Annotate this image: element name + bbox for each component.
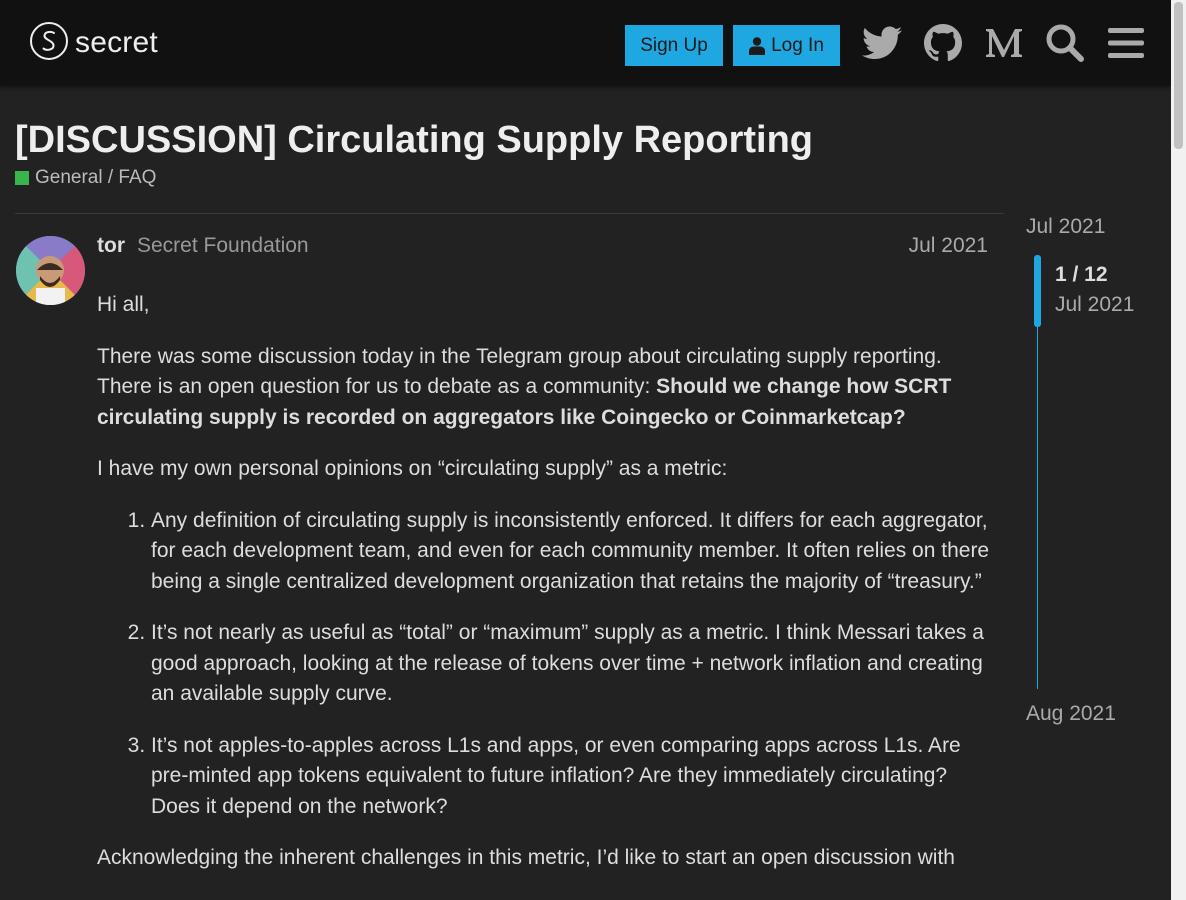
scrollbar-thumb[interactable] — [1174, 2, 1183, 149]
category-name: General / FAQ — [35, 167, 157, 188]
user-icon — [749, 36, 766, 55]
post-user-title: Secret Foundation — [137, 234, 309, 257]
list-item: Any definition of circulating supply is … — [151, 506, 997, 598]
post-username[interactable]: tor — [97, 234, 125, 258]
post-ordered-list: Any definition of circulating supply is … — [151, 506, 997, 823]
site-logo[interactable]: secret — [29, 21, 158, 66]
page-scrollbar[interactable] — [1171, 0, 1186, 900]
log-in-label: Log In — [771, 34, 824, 56]
hamburger-menu-icon[interactable] — [1104, 21, 1148, 65]
secret-logo-icon — [29, 21, 69, 66]
log-in-button[interactable]: Log In — [733, 25, 840, 66]
topic-title[interactable]: [DISCUSSION] Circulating Supply Reportin… — [15, 119, 813, 162]
timeline-post-counter: 1 / 12 — [1055, 263, 1108, 286]
list-item: It’s not nearly as useful as “total” or … — [151, 618, 997, 710]
post-date[interactable]: Jul 2021 — [909, 234, 988, 258]
post-paragraph: Acknowledging the inherent challenges in… — [97, 846, 955, 869]
post-body: Hi all, There was some discussion today … — [97, 290, 997, 895]
timeline-start-date[interactable]: Jul 2021 — [1026, 215, 1105, 239]
twitter-icon[interactable] — [860, 21, 904, 65]
avatar[interactable] — [16, 236, 85, 305]
timeline-scroll-handle[interactable] — [1034, 255, 1041, 327]
topic-divider — [15, 213, 1004, 214]
sign-up-button[interactable]: Sign Up — [625, 25, 723, 66]
github-icon[interactable] — [921, 21, 965, 65]
list-item: It’s not apples-to-apples across L1s and… — [151, 731, 997, 823]
category-color-badge — [15, 171, 29, 185]
search-icon[interactable] — [1043, 21, 1087, 65]
site-header: secret Sign Up Log In — [0, 0, 1171, 86]
post-paragraph: I have my own personal opinions on “circ… — [97, 457, 728, 480]
topic-category-link[interactable]: General / FAQ — [15, 167, 156, 189]
logo-text: secret — [75, 26, 158, 59]
post-greeting: Hi all, — [97, 293, 150, 316]
post-paragraph: There was some discussion today in the T… — [97, 342, 997, 434]
timeline-end-date[interactable]: Aug 2021 — [1026, 702, 1116, 726]
post-meta: tor Secret Foundation Jul 2021 — [97, 234, 988, 260]
medium-icon[interactable] — [982, 21, 1026, 65]
timeline-handle-date: Jul 2021 — [1055, 293, 1135, 316]
